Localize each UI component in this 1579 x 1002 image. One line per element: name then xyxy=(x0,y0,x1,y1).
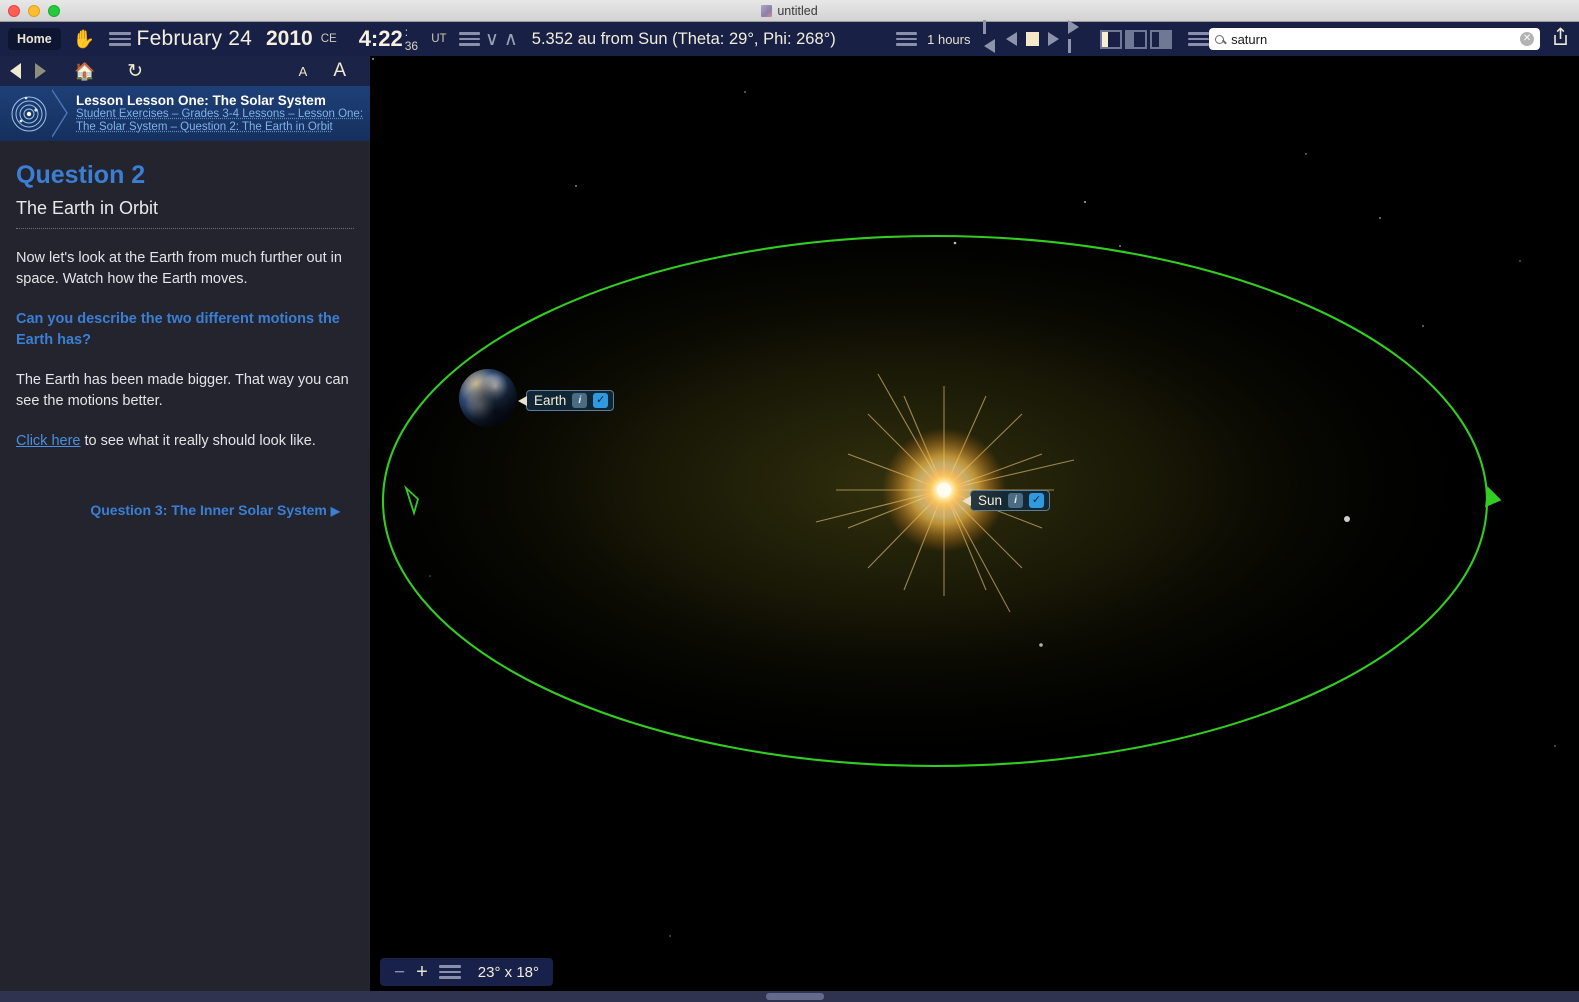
sun-visibility-checkbox[interactable]: ✓ xyxy=(1029,493,1045,508)
layout-toggle-group xyxy=(1099,29,1172,49)
window-titlebar: untitled xyxy=(0,0,1579,22)
increase-font-icon[interactable]: A xyxy=(333,60,346,82)
lesson-title: Lesson Lesson One: The Solar System xyxy=(76,93,326,108)
field-of-view-bar: − + 23° x 18° xyxy=(380,958,553,986)
click-here-link[interactable]: Click here xyxy=(16,433,80,449)
window-title: untitled xyxy=(761,3,818,18)
horizontal-scrollbar-thumb[interactable] xyxy=(766,993,824,1000)
earth-visibility-checkbox[interactable]: ✓ xyxy=(593,393,609,408)
year-field[interactable]: 2010 xyxy=(266,27,313,51)
time-field[interactable]: 4:22 xyxy=(359,26,403,52)
view-menu-icon[interactable] xyxy=(895,32,918,46)
sky-view[interactable]: Earth i ✓ Sun i ✓ − + 23° x 18° xyxy=(370,56,1579,1002)
zoom-out-icon[interactable]: − xyxy=(394,963,405,982)
solar-system-icon xyxy=(6,91,52,137)
sun-label-text: Sun xyxy=(978,493,1003,508)
playback-controls xyxy=(982,20,1082,58)
breadcrumb-line-1[interactable]: Student Exercises – Grades 3-4 Lessons –… xyxy=(76,108,363,121)
lesson-sidebar: 🏠 ↻ A A Lesson Lesson One: The Solar Sys… xyxy=(0,56,370,1002)
sky-canvas xyxy=(370,58,1556,937)
earth-globe[interactable] xyxy=(459,369,517,427)
stop-icon[interactable] xyxy=(1025,32,1039,46)
lesson-paragraph-1: Now let's look at the Earth from much fu… xyxy=(16,250,342,287)
earth-info-icon[interactable]: i xyxy=(572,393,588,408)
sun-info-icon[interactable]: i xyxy=(1008,493,1024,508)
hand-tool-icon[interactable]: ✋ xyxy=(73,30,95,48)
timezone-label[interactable]: UT xyxy=(431,33,446,45)
back-arrow-icon[interactable] xyxy=(10,63,21,79)
main-toolbar: Home ✋ February 24 2010 CE 4:22 : 36 UT … xyxy=(0,20,1579,58)
label-pointer-icon xyxy=(518,395,527,406)
lesson-prompt: Can you describe the two different motio… xyxy=(16,311,340,348)
search-input[interactable]: saturn xyxy=(1231,32,1520,47)
maximize-window-button[interactable] xyxy=(48,5,60,17)
date-field[interactable]: February 24 xyxy=(137,27,252,51)
zoom-in-icon[interactable]: + xyxy=(416,962,428,982)
content-divider xyxy=(16,228,354,229)
earth-label-text: Earth xyxy=(534,393,567,408)
question-number: Question 2 xyxy=(16,161,146,189)
skip-back-icon[interactable] xyxy=(982,20,997,58)
lesson-paragraph-2: The Earth has been made bigger. That way… xyxy=(16,372,349,409)
lesson-content: Question 2 The Earth in Orbit Now let's … xyxy=(0,141,370,518)
seconds-field[interactable]: : 36 xyxy=(405,25,424,53)
search-field[interactable]: saturn ✕ xyxy=(1209,28,1541,50)
window-title-text: untitled xyxy=(777,3,818,18)
decrease-font-icon[interactable]: A xyxy=(299,64,308,79)
next-question-link[interactable]: Question 3: The Inner Solar System ▶ xyxy=(16,502,354,518)
field-of-view-value: 23° x 18° xyxy=(477,963,539,981)
forward-arrow-icon[interactable] xyxy=(35,63,46,79)
fov-menu-icon[interactable] xyxy=(438,965,461,979)
share-icon[interactable] xyxy=(1552,27,1569,51)
time-increment-icon[interactable]: ∧ xyxy=(504,30,518,49)
document-icon xyxy=(761,4,773,17)
home-icon[interactable]: 🏠 xyxy=(74,63,95,80)
search-icon xyxy=(1215,34,1225,44)
earth-object-label[interactable]: Earth i ✓ xyxy=(518,390,615,411)
layout-sidebar-left-button[interactable] xyxy=(1099,29,1122,49)
traffic-lights xyxy=(8,5,60,17)
breadcrumb-line-2[interactable]: The Solar System – Question 2: The Earth… xyxy=(76,121,363,134)
step-back-icon[interactable] xyxy=(1005,32,1017,46)
date-menu-icon[interactable] xyxy=(109,32,131,46)
header-chevron-icon xyxy=(52,89,68,138)
lesson-link-line: Click here to see what it really should … xyxy=(16,431,354,452)
close-window-button[interactable] xyxy=(8,5,20,17)
era-label[interactable]: CE xyxy=(321,33,337,45)
time-rate-field[interactable]: 1 hours xyxy=(927,32,970,47)
skip-forward-icon[interactable] xyxy=(1067,20,1082,58)
horizontal-scrollbar[interactable] xyxy=(0,991,1579,1002)
clear-search-icon[interactable]: ✕ xyxy=(1520,32,1535,46)
time-menu-icon[interactable] xyxy=(458,32,480,46)
layout-split-button[interactable] xyxy=(1124,29,1147,49)
label-pointer-icon xyxy=(962,495,971,506)
refresh-icon[interactable]: ↻ xyxy=(127,62,143,81)
home-button[interactable]: Home xyxy=(8,28,61,50)
sun-disc xyxy=(937,483,951,497)
next-question-label: Question 3: The Inner Solar System xyxy=(90,502,327,518)
layout-sidebar-right-button[interactable] xyxy=(1149,29,1172,49)
viewpoint-readout: 5.352 au from Sun (Theta: 29°, Phi: 268°… xyxy=(531,29,836,48)
link-suffix-text: to see what it really should look like. xyxy=(80,433,316,449)
options-menu-icon[interactable] xyxy=(1187,32,1210,46)
question-title: The Earth in Orbit xyxy=(16,198,159,218)
minimize-window-button[interactable] xyxy=(28,5,40,17)
sidebar-nav-bar: 🏠 ↻ A A xyxy=(0,56,370,86)
sun-object-label[interactable]: Sun i ✓ xyxy=(962,490,1051,511)
play-icon[interactable] xyxy=(1047,32,1059,46)
next-arrow-icon: ▶ xyxy=(330,504,340,518)
lesson-header: Lesson Lesson One: The Solar System Stud… xyxy=(0,86,370,141)
time-decrement-icon[interactable]: ∨ xyxy=(485,30,499,49)
